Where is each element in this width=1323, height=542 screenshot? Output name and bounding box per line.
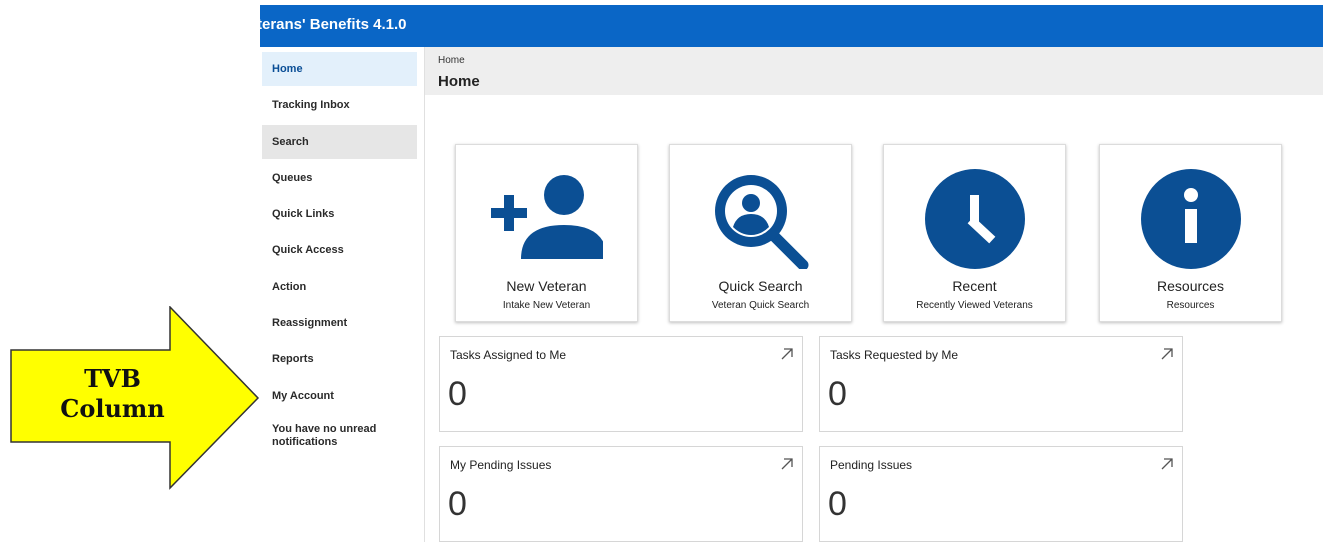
sidebar-item-reassignment[interactable]: Reassignment bbox=[262, 306, 417, 340]
pending-issues-card[interactable]: Pending Issues 0 bbox=[819, 446, 1183, 542]
callout-line-1: TVB bbox=[84, 364, 141, 393]
tile-title: New Veteran bbox=[506, 278, 587, 294]
resources-tile[interactable]: Resources Resources bbox=[1099, 144, 1282, 322]
recent-tile[interactable]: Recent Recently Viewed Veterans bbox=[883, 144, 1066, 322]
person-search-icon bbox=[715, 175, 809, 269]
card-title: Pending Issues bbox=[830, 458, 913, 472]
card-count: 0 bbox=[448, 485, 467, 523]
sidebar-item-reports[interactable]: Reports bbox=[262, 342, 417, 376]
sidebar: Home Tracking Inbox Search Queues Quick … bbox=[260, 47, 425, 542]
app-header: terans' Benefits 4.1.0 bbox=[260, 5, 1323, 47]
sidebar-item-action[interactable]: Action bbox=[262, 270, 417, 304]
breadcrumb[interactable]: Home bbox=[438, 55, 465, 66]
clock-icon bbox=[925, 169, 1025, 269]
notification-status[interactable]: You have no unread notifications bbox=[272, 423, 412, 449]
tasks-requested-card[interactable]: Tasks Requested by Me 0 bbox=[819, 336, 1183, 432]
card-count: 0 bbox=[828, 375, 847, 413]
card-title: Tasks Requested by Me bbox=[830, 348, 959, 362]
callout-line-2: Column bbox=[60, 394, 165, 423]
callout-label: TVB Column bbox=[10, 364, 215, 424]
card-title: Tasks Assigned to Me bbox=[450, 348, 567, 362]
open-external-icon[interactable] bbox=[780, 457, 794, 471]
tile-title: Resources bbox=[1157, 278, 1224, 294]
info-icon bbox=[1141, 169, 1241, 269]
my-pending-issues-card[interactable]: My Pending Issues 0 bbox=[439, 446, 803, 542]
open-external-icon[interactable] bbox=[1160, 457, 1174, 471]
sidebar-item-tracking-inbox[interactable]: Tracking Inbox bbox=[262, 88, 417, 122]
tile-subtitle: Intake New Veteran bbox=[502, 300, 591, 311]
tile-title: Recent bbox=[952, 278, 997, 294]
sidebar-item-search[interactable]: Search bbox=[262, 125, 417, 159]
tile-subtitle: Veteran Quick Search bbox=[711, 300, 810, 311]
tile-subtitle: Recently Viewed Veterans bbox=[916, 300, 1033, 311]
new-veteran-tile[interactable]: New Veteran Intake New Veteran bbox=[455, 144, 638, 322]
tasks-assigned-card[interactable]: Tasks Assigned to Me 0 bbox=[439, 336, 803, 432]
card-count: 0 bbox=[448, 375, 467, 413]
sidebar-item-my-account[interactable]: My Account bbox=[262, 379, 417, 413]
card-count: 0 bbox=[828, 485, 847, 523]
page-title: Home bbox=[438, 73, 480, 90]
sidebar-item-home[interactable]: Home bbox=[262, 52, 417, 86]
open-external-icon[interactable] bbox=[1160, 347, 1174, 361]
quick-search-tile[interactable]: Quick Search Veteran Quick Search bbox=[669, 144, 852, 322]
tile-title: Quick Search bbox=[718, 278, 803, 294]
add-user-icon bbox=[491, 175, 603, 259]
app-title: terans' Benefits 4.1.0 bbox=[260, 16, 407, 33]
page-header: Home Home bbox=[425, 47, 1323, 95]
open-external-icon[interactable] bbox=[780, 347, 794, 361]
sidebar-item-quick-access[interactable]: Quick Access bbox=[262, 233, 417, 267]
card-title: My Pending Issues bbox=[450, 458, 552, 472]
tile-subtitle: Resources bbox=[1166, 300, 1215, 311]
sidebar-item-queues[interactable]: Queues bbox=[262, 161, 417, 195]
sidebar-item-quick-links[interactable]: Quick Links bbox=[262, 197, 417, 231]
